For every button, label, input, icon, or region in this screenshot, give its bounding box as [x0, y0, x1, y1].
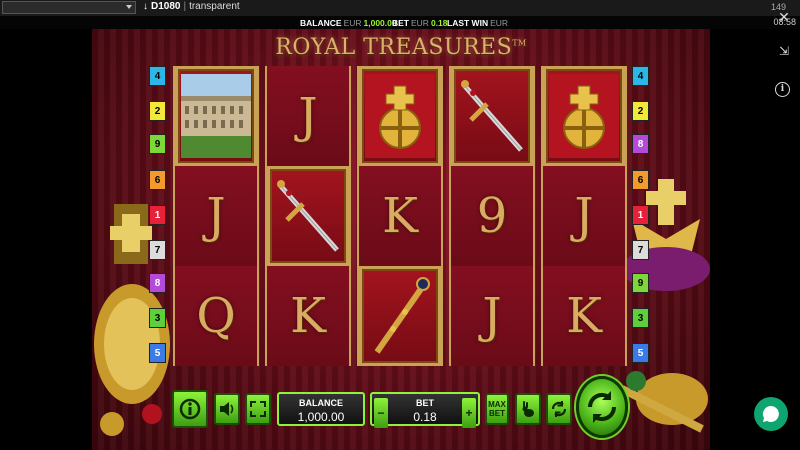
strip-bet-value: 0.18	[430, 18, 448, 28]
download-arrow-icon: ↓	[143, 1, 148, 12]
payline-indicator: 9	[149, 134, 166, 154]
strip-balance: BALANCE EUR 1,000.00	[300, 18, 397, 28]
crown-decoration-right-icon	[622, 179, 710, 433]
strip-bet: BET EUR 0.18	[392, 18, 448, 28]
reel: 9J	[449, 66, 535, 366]
letter-symbol: Q	[175, 266, 257, 366]
orb-icon	[365, 74, 435, 158]
strip-last-win-currency: EUR	[490, 18, 509, 28]
payline-indicator: 2	[632, 101, 649, 121]
turbo-button[interactable]	[515, 393, 541, 425]
render-mode: transparent	[189, 1, 240, 12]
collapse-icon[interactable]: ⇲	[776, 44, 792, 58]
letter-symbol: K	[359, 166, 441, 266]
payline-indicator: 5	[149, 343, 166, 363]
orb-symbol	[543, 66, 625, 166]
bet-display: − BET 0.18 +	[370, 392, 480, 428]
environment-dropdown[interactable]	[2, 1, 136, 14]
payline-indicator: 8	[149, 273, 166, 293]
sword-icon	[461, 80, 523, 152]
rabbit-icon	[522, 401, 534, 417]
reel: K	[357, 66, 443, 366]
chevron-down-icon	[126, 5, 132, 9]
fullscreen-button[interactable]	[245, 393, 271, 425]
letter-symbol: 9	[451, 166, 533, 266]
balance-value: 1,000.00	[297, 410, 345, 424]
letter-symbol: K	[543, 266, 625, 366]
speaker-icon	[220, 402, 234, 416]
balance-label: BALANCE	[299, 398, 343, 408]
info-icon[interactable]: i	[775, 82, 790, 97]
sound-button[interactable]	[214, 393, 240, 425]
payline-indicator: 9	[632, 273, 649, 293]
palace-icon	[181, 74, 251, 158]
orb-symbol	[359, 66, 441, 166]
payline-indicator: 6	[149, 170, 166, 190]
payline-indicator: 7	[149, 240, 166, 260]
scepter-icon	[374, 277, 430, 354]
payline-indicator: 8	[632, 134, 649, 154]
info-button[interactable]	[172, 390, 208, 428]
strip-last-win: LAST WIN EUR	[447, 18, 510, 28]
game-title: ROYAL TREASURESTM	[92, 35, 710, 60]
sword-symbol	[267, 166, 349, 266]
spin-button[interactable]	[576, 376, 628, 438]
scepter-symbol	[359, 266, 441, 366]
payline-indicator: 7	[632, 240, 649, 260]
reel-set: JQJKK9JJK	[173, 66, 628, 366]
letter-symbol: J	[543, 166, 625, 266]
build-id: D1080	[151, 1, 181, 12]
reel: JK	[541, 66, 627, 366]
payline-indicator: 4	[632, 66, 649, 86]
sword-symbol	[451, 66, 533, 166]
letter-symbol: K	[267, 266, 349, 366]
payline-indicator: 6	[632, 170, 649, 190]
orb-icon	[549, 74, 619, 158]
close-icon[interactable]: ✕	[776, 9, 792, 26]
strip-last-win-label: LAST WIN	[447, 18, 489, 28]
letter-symbol: J	[451, 266, 533, 366]
payline-indicator: 3	[149, 308, 166, 328]
bet-decrease-button[interactable]: −	[374, 398, 388, 428]
reel: JK	[265, 66, 351, 366]
payline-indicator: 1	[149, 205, 166, 225]
letter-symbol: J	[267, 66, 349, 166]
balance-display: BALANCE 1,000.00	[277, 392, 365, 426]
strip-balance-currency: EUR	[343, 18, 362, 28]
trademark: TM	[512, 38, 527, 48]
letter-symbol: J	[175, 166, 257, 266]
payline-indicator: 1	[632, 205, 649, 225]
bet-increase-button[interactable]: +	[462, 398, 476, 428]
info-strip: BALANCE EUR 1,000.00 BET EUR 0.18 LAST WIN EU…	[0, 16, 800, 29]
spin-icon	[587, 391, 617, 423]
fullscreen-icon	[250, 401, 266, 417]
sword-icon	[277, 180, 339, 252]
reel: JQ	[173, 66, 259, 366]
build-label: ↓ D1080 | transparent	[143, 1, 240, 12]
max-bet-line1: MAX	[488, 400, 506, 409]
max-bet-button[interactable]: MAX BET	[485, 393, 509, 425]
max-bet-line2: BET	[489, 409, 505, 418]
payline-indicator: 3	[632, 308, 649, 328]
build-separator: |	[183, 1, 187, 12]
payline-indicator: 2	[149, 101, 166, 121]
payline-indicator: 5	[632, 343, 649, 363]
chat-bubble-icon	[762, 405, 779, 422]
strip-balance-label: BALANCE	[300, 18, 342, 28]
chat-button[interactable]	[754, 397, 788, 431]
palace-symbol	[175, 66, 257, 166]
autoplay-icon	[551, 401, 567, 417]
payline-indicator: 4	[149, 66, 166, 86]
debug-bar: ↓ D1080 | transparent 149	[0, 0, 800, 16]
autoplay-button[interactable]	[546, 393, 572, 425]
strip-bet-label: BET	[392, 18, 409, 28]
game-title-text: ROYAL TREASURES	[275, 35, 513, 60]
info-icon	[179, 398, 201, 420]
strip-bet-currency: EUR	[411, 18, 429, 28]
